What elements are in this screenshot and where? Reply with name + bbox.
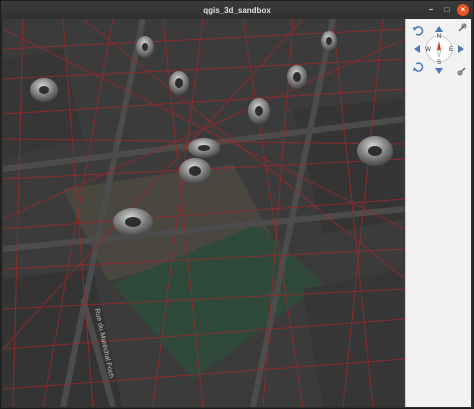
zoom-in-icon[interactable]: [458, 23, 467, 32]
window-controls: – □ ×: [425, 4, 469, 16]
map-3d-viewport[interactable]: Rue du Maréchal Foch: [3, 19, 405, 407]
close-button[interactable]: ×: [457, 4, 469, 16]
map-canvas[interactable]: Rue du Maréchal Foch: [3, 19, 405, 407]
torus-6: [248, 98, 270, 124]
pan-right-icon[interactable]: [458, 45, 464, 53]
navigation-panel: N S W E: [405, 19, 471, 407]
torus-5: [287, 65, 307, 89]
torus-9: [179, 158, 211, 184]
zoom-out-icon[interactable]: [413, 62, 424, 72]
compass-north: N: [437, 34, 441, 40]
compass-west: W: [425, 47, 431, 53]
pan-up-icon[interactable]: [435, 26, 443, 32]
window-title: qgis_3d_sandbox: [203, 5, 271, 15]
tilt-icon[interactable]: [457, 67, 466, 76]
compass-south: S: [437, 60, 441, 66]
compass-icon[interactable]: N S W E: [425, 34, 453, 66]
maximize-button[interactable]: □: [441, 4, 453, 16]
minimize-button[interactable]: –: [425, 4, 437, 16]
torus-1: [136, 36, 154, 58]
compass-east: E: [449, 47, 453, 53]
torus-10: [113, 208, 153, 236]
title-bar: qgis_3d_sandbox – □ ×: [1, 1, 473, 19]
rotate-left-icon[interactable]: [413, 26, 424, 36]
pan-down-icon[interactable]: [435, 68, 443, 74]
torus-8: [357, 136, 393, 166]
app-window: qgis_3d_sandbox – □ × Rue du Maréchal Fo…: [0, 0, 474, 409]
pan-left-icon[interactable]: [414, 45, 420, 53]
torus-3: [30, 78, 58, 102]
torus-7: [188, 138, 220, 158]
torus-4: [169, 71, 189, 95]
navigation-widget: N S W E: [413, 23, 467, 76]
torus-2: [321, 31, 337, 51]
